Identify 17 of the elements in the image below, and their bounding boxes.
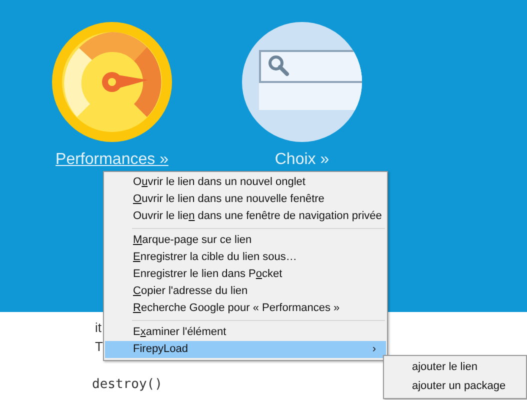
menu-item[interactable]: Enregistrer la cible du lien sous… [105, 249, 386, 266]
menu-item[interactable]: Ouvrir le lien dans une fenêtre de navigation privée [105, 208, 386, 225]
menu-item[interactable]: FirepyLoad › [105, 341, 386, 358]
menu-item[interactable]: ajouter un package [384, 377, 526, 396]
submenu-arrow: › [372, 342, 376, 358]
menu-item[interactable]: Recherche Google pour « Performances » [105, 300, 386, 317]
menu-item[interactable]: Marque-page sur ce lien [105, 232, 386, 249]
menu-item[interactable]: Ouvrir le lien dans un nouvel onglet [105, 174, 386, 191]
menu-item[interactable]: Ouvrir le lien dans une nouvelle fenêtre [105, 191, 386, 208]
menu-item[interactable]: Examiner l'élément [105, 324, 386, 341]
menu-item[interactable]: ajouter le lien [384, 358, 526, 377]
menu-item[interactable]: Copier l'adresse du lien [105, 283, 386, 300]
code-line: destroy() [92, 376, 162, 394]
menu-item[interactable]: Enregistrer le lien dans Pocket [105, 266, 386, 283]
code-line: T [94, 338, 103, 356]
speedometer-icon [52, 22, 172, 142]
code-line: it [94, 319, 102, 337]
